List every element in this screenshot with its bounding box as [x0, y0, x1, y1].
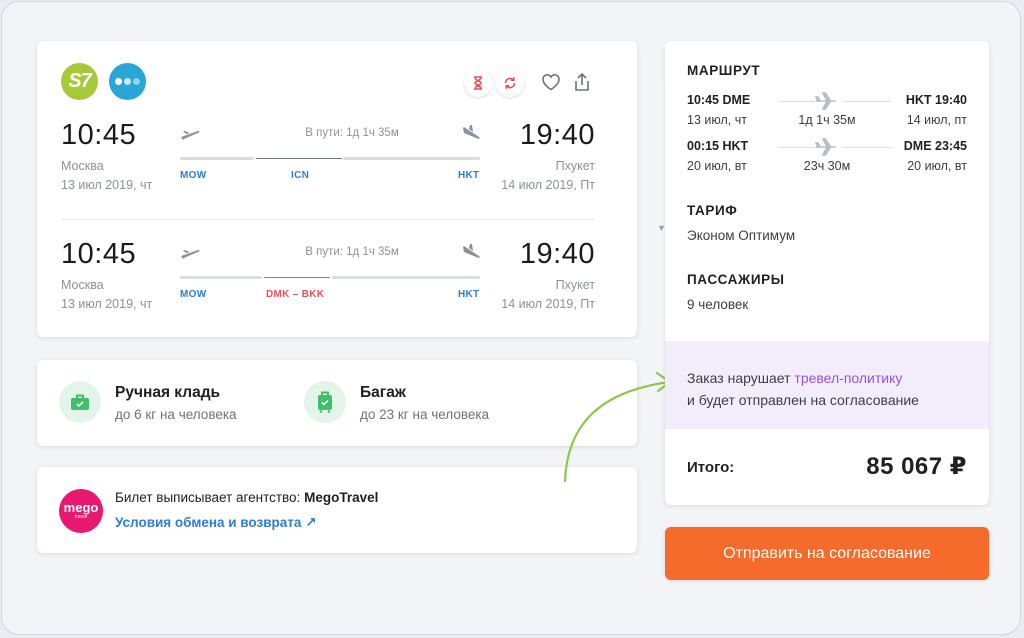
arrival-city: Пхукет	[555, 278, 595, 292]
route-departure-date: 13 июл, чт	[687, 113, 747, 127]
share-icon[interactable]	[569, 69, 595, 95]
route-heading: МАРШРУТ	[687, 63, 761, 78]
route-duration: 23ч 30м	[803, 159, 851, 173]
suitcase-icon	[304, 381, 346, 423]
order-summary-card: МАРШРУТ 10:45 DME 13 июл, чт 1д 1ч 35м H…	[665, 41, 989, 505]
flight-card[interactable]: ▼ S7 10:45 Москва 13 июл 2019, чт В пути…	[37, 41, 672, 373]
transfer-code: ICN	[291, 170, 310, 181]
arrival-time: 19:40	[519, 119, 595, 151]
passengers-heading: ПАССАЖИРЫ	[687, 272, 785, 287]
checked-bag-subtitle: до 23 кг на человека	[360, 407, 490, 422]
plane-icon	[815, 92, 836, 110]
route-line	[843, 101, 891, 102]
leg-divider	[61, 219, 595, 220]
departure-city: Москва	[61, 278, 104, 292]
origin-code: MOW	[180, 170, 207, 181]
route-segment	[343, 157, 480, 160]
exchange-refund-link[interactable]: Условия обмена и возврата ↗	[115, 515, 316, 531]
route-departure: 10:45 DME	[687, 93, 751, 107]
submit-for-approval-button[interactable]: Отправить на согласование	[665, 527, 989, 580]
total-label: Итого:	[687, 459, 735, 476]
app-frame: ▼ S7 10:45 Москва 13 июл 2019, чт В пути…	[1, 1, 1021, 635]
total-price: 85 067 ₽	[866, 453, 967, 480]
departure-plane-icon	[181, 249, 200, 259]
policy-warning: Заказ нарушает тревел-политику и будет о…	[665, 341, 989, 429]
departure-date: 13 июл 2019, чт	[61, 178, 153, 192]
partner-airline-logo	[109, 63, 146, 100]
travel-duration: В пути: 1д 1ч 35м	[305, 246, 399, 258]
route-track	[180, 157, 480, 160]
agency-card: mego travel Билет выписывает агентство: …	[37, 467, 637, 553]
plane-icon	[815, 138, 836, 156]
passengers-value: 9 человек	[687, 297, 749, 312]
checked-bag-title: Багаж	[360, 384, 406, 401]
tariff-heading: ТАРИФ	[687, 203, 738, 218]
route-segment	[180, 276, 262, 279]
transfer-segment-warning	[264, 277, 330, 278]
carry-on-subtitle: до 6 кг на человека	[115, 407, 237, 422]
carry-on-bag-icon	[59, 381, 101, 423]
hourglass-icon[interactable]	[464, 69, 492, 97]
baggage-card: Ручная кладь до 6 кг на человека Багаж д…	[37, 360, 637, 446]
arrival-city: Пхукет	[555, 159, 595, 173]
route-departure: 00:15 HKT	[687, 139, 749, 153]
origin-code: MOW	[180, 289, 207, 300]
carry-on-title: Ручная кладь	[115, 384, 221, 401]
refresh-icon[interactable]	[496, 69, 524, 97]
flight-leg: 10:45 Москва 13 июл 2019, чт В пути: 1д …	[37, 238, 637, 328]
arrival-plane-icon	[463, 244, 480, 258]
departure-city: Москва	[61, 159, 104, 173]
route-segment	[180, 157, 254, 160]
travel-policy-link[interactable]: тревел-политику	[794, 370, 902, 386]
arrival-date: 14 июл 2019, Пт	[501, 297, 595, 311]
destination-code: HKT	[458, 170, 480, 181]
route-line	[779, 101, 819, 102]
heart-icon[interactable]	[538, 69, 564, 95]
arrival-date: 14 июл 2019, Пт	[501, 178, 595, 192]
tariff-value: Эконом Оптимум	[687, 228, 796, 243]
agency-info: Билет выписывает агентство: MegoTravel	[115, 490, 379, 505]
route-arrival-date: 20 июл, вт	[907, 159, 967, 173]
transfer-segment	[256, 158, 342, 159]
route-arrival-date: 14 июл, пт	[906, 113, 967, 127]
agency-name: MegoTravel	[304, 490, 379, 505]
arrival-plane-icon	[463, 125, 480, 139]
route-departure-date: 20 июл, вт	[687, 159, 747, 173]
route-segment	[332, 276, 480, 279]
route-track	[180, 276, 480, 279]
departure-date: 13 июл 2019, чт	[61, 297, 153, 311]
route-arrival: HKT 19:40	[905, 93, 967, 107]
route-arrival: DME 23:45	[903, 139, 967, 153]
destination-code: HKT	[458, 289, 480, 300]
policy-warning-text: Заказ нарушает тревел-политику и будет о…	[687, 370, 919, 408]
departure-plane-icon	[181, 130, 200, 140]
departure-time: 10:45	[61, 238, 137, 270]
s7-airline-logo: S7	[61, 63, 98, 100]
transfer-code: DMK – BKK	[266, 289, 325, 300]
travel-duration: В пути: 1д 1ч 35м	[305, 127, 399, 139]
flight-leg: 10:45 Москва 13 июл 2019, чт В пути: 1д …	[37, 119, 637, 209]
route-duration: 1д 1ч 35м	[798, 113, 856, 127]
departure-time: 10:45	[61, 119, 137, 151]
arrival-time: 19:40	[519, 238, 595, 270]
megotravel-logo: mego travel	[59, 489, 103, 533]
route-line	[779, 147, 819, 148]
route-line	[843, 147, 891, 148]
